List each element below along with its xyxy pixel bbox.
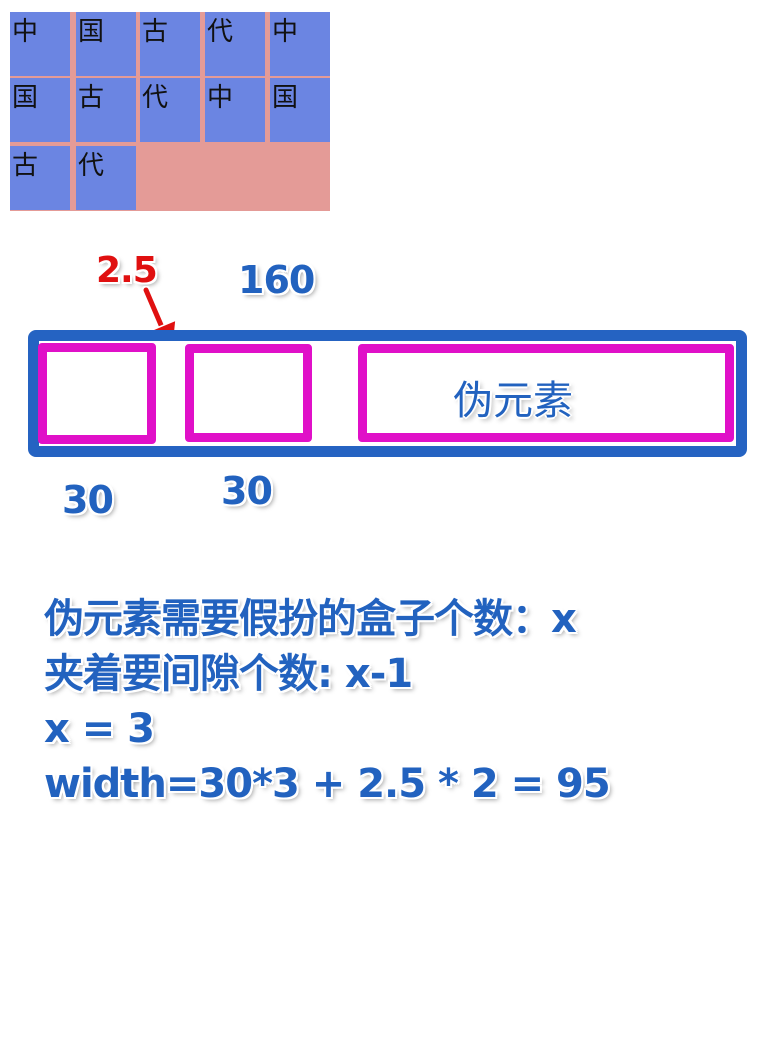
note-line: width=30*3 + 2.5 * 2 = 95 — [44, 757, 764, 812]
grid-cell: 中 — [10, 12, 70, 76]
pseudo-element-label: 伪元素 — [453, 378, 573, 424]
note-line: x = 3 — [44, 702, 764, 757]
grid-cell: 国 — [76, 12, 136, 76]
note-text: x = 3 — [44, 706, 155, 752]
grid-cell: 古 — [10, 146, 70, 210]
grid-cell: 古 — [140, 12, 200, 76]
box1-width-label: 30 — [62, 478, 114, 522]
item-box-2 — [185, 344, 312, 442]
total-width-label: 160 — [238, 258, 315, 302]
item-box-1 — [38, 343, 156, 444]
explanation-notes: 伪元素需要假扮的盒子个数：x 夹着要间隙个数: x-1 x = 3 width=… — [44, 592, 764, 812]
grid-cell: 代 — [76, 146, 136, 210]
grid-cell: 代 — [205, 12, 265, 76]
grid-cell: 中 — [205, 78, 265, 142]
gap-label: 2.5 — [96, 250, 158, 291]
grid-cell: 国 — [10, 78, 70, 142]
note-line: 伪元素需要假扮的盒子个数：x — [44, 592, 764, 647]
box2-width-label: 30 — [221, 469, 273, 513]
note-text: 夹着要间隙个数: x-1 — [44, 651, 413, 697]
note-line: 夹着要间隙个数: x-1 — [44, 647, 764, 702]
grid-cell: 代 — [140, 78, 200, 142]
grid-cell: 国 — [270, 78, 330, 142]
character-grid: 中 国 古 代 中 国 古 代 中 国 古 代 — [10, 12, 330, 211]
note-text: width=30*3 + 2.5 * 2 = 95 — [44, 761, 611, 807]
grid-cell: 古 — [76, 78, 136, 142]
note-text: 伪元素需要假扮的盒子个数：x — [44, 596, 577, 642]
grid-cell: 中 — [270, 12, 330, 76]
